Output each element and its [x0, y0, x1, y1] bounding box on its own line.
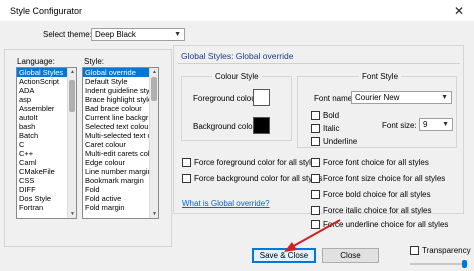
- chevron-down-icon: ▼: [442, 121, 449, 128]
- scroll-down-icon[interactable]: ▼: [150, 210, 158, 218]
- annotation-arrow: [284, 219, 341, 252]
- close-icon: ✕: [453, 4, 465, 18]
- force-bold-label: Force bold choice for all styles: [323, 190, 431, 199]
- font-style-title: Font Style: [359, 72, 402, 81]
- scroll-down-icon[interactable]: ▼: [68, 210, 76, 218]
- foreground-colour-label: Foreground colour: [193, 94, 259, 103]
- bold-label: Bold: [323, 111, 340, 120]
- force-font-size-label: Force font size choice for all styles: [323, 174, 446, 183]
- scroll-up-icon[interactable]: ▲: [68, 68, 76, 76]
- style-item[interactable]: Fold: [83, 185, 158, 194]
- style-item[interactable]: Multi-selected text c: [83, 131, 158, 140]
- background-colour-swatch[interactable]: [253, 117, 270, 134]
- transparency-option[interactable]: Transparency: [410, 246, 471, 255]
- transparency-checkbox[interactable]: [410, 246, 419, 255]
- force-foreground-label: Force foreground color for all styles: [194, 158, 320, 167]
- style-item[interactable]: Default Style: [83, 77, 158, 86]
- transparency-slider-track: [410, 263, 468, 265]
- font-size-label: Font size:: [382, 121, 417, 130]
- font-size-value: 9: [423, 120, 428, 129]
- font-name-value: Courier New: [355, 93, 400, 102]
- window-title: Style Configurator: [10, 6, 83, 16]
- title-bar: Style Configurator ✕: [0, 0, 474, 22]
- panel-divider: [178, 63, 460, 64]
- transparency-slider-thumb[interactable]: [462, 260, 467, 268]
- language-scroll-thumb[interactable]: [69, 80, 75, 112]
- force-font-size-checkbox[interactable]: [311, 174, 320, 183]
- style-scroll-thumb[interactable]: [151, 77, 157, 101]
- language-scrollbar[interactable]: ▲ ▼: [67, 68, 76, 218]
- font-name-label: Font name:: [314, 94, 355, 103]
- transparency-slider[interactable]: [410, 260, 468, 268]
- theme-select-value: Deep Black: [95, 30, 136, 39]
- chevron-down-icon: ▼: [174, 31, 181, 38]
- force-font-label: Force font choice for all styles: [323, 158, 429, 167]
- underline-option[interactable]: Underline: [311, 137, 357, 146]
- italic-option[interactable]: Italic: [311, 124, 339, 133]
- foreground-colour-swatch[interactable]: [253, 89, 270, 106]
- force-background-option[interactable]: Force background color for all styles: [182, 174, 323, 183]
- colour-style-title: Colour Style: [212, 72, 262, 81]
- style-item[interactable]: Fold margin: [83, 203, 158, 212]
- italic-checkbox[interactable]: [311, 124, 320, 133]
- style-item[interactable]: Multi-edit carets col: [83, 149, 158, 158]
- close-window-button[interactable]: ✕: [446, 2, 472, 20]
- force-italic-option[interactable]: Force italic choice for all styles: [311, 206, 431, 215]
- style-item[interactable]: Edge colour: [83, 158, 158, 167]
- style-list[interactable]: Global override Default Style Indent guide…: [82, 67, 159, 219]
- style-items: Global override Default Style Indent guide…: [83, 68, 158, 212]
- bold-option[interactable]: Bold: [311, 111, 339, 120]
- language-label: Language:: [17, 57, 55, 66]
- theme-select[interactable]: Deep Black ▼: [91, 28, 185, 41]
- force-bold-checkbox[interactable]: [311, 190, 320, 199]
- select-theme-label: Select theme:: [43, 30, 92, 39]
- underline-label: Underline: [323, 137, 358, 146]
- annotation-arrow-head: [284, 242, 297, 252]
- force-foreground-checkbox[interactable]: [182, 158, 191, 167]
- style-item[interactable]: Line number margin: [83, 167, 158, 176]
- force-font-option[interactable]: Force font choice for all styles: [311, 158, 429, 167]
- force-foreground-option[interactable]: Force foreground color for all styles: [182, 158, 319, 167]
- style-item[interactable]: Brace highlight style: [83, 95, 158, 104]
- force-font-size-option[interactable]: Force font size choice for all styles: [311, 174, 445, 183]
- bold-checkbox[interactable]: [311, 111, 320, 120]
- transparency-label: Transparency: [422, 246, 471, 255]
- underline-checkbox[interactable]: [311, 137, 320, 146]
- font-size-select[interactable]: 9 ▼: [419, 118, 453, 131]
- force-italic-checkbox[interactable]: [311, 206, 320, 215]
- language-list[interactable]: Global Styles ActionScript ADA asp Assembler…: [16, 67, 77, 219]
- style-item[interactable]: Indent guideline sty: [83, 86, 158, 95]
- colour-style-group: [181, 76, 292, 141]
- style-item[interactable]: Global override: [83, 68, 158, 77]
- style-scrollbar[interactable]: ▲ ▼: [149, 68, 158, 218]
- force-background-checkbox[interactable]: [182, 174, 191, 183]
- background-colour-label: Background colour: [193, 122, 260, 131]
- panel-heading: Global Styles: Global override: [181, 51, 294, 61]
- style-item[interactable]: Bookmark margin: [83, 176, 158, 185]
- global-override-help-link[interactable]: What is Global override?: [182, 199, 270, 208]
- annotation-arrow-line: [289, 219, 341, 249]
- style-item[interactable]: Selected text colou: [83, 122, 158, 131]
- force-italic-label: Force italic choice for all styles: [323, 206, 432, 215]
- force-background-label: Force background color for all styles: [194, 174, 323, 183]
- style-label: Style:: [84, 57, 105, 66]
- style-item[interactable]: Caret colour: [83, 140, 158, 149]
- italic-label: Italic: [323, 124, 340, 133]
- font-name-select[interactable]: Courier New ▼: [351, 91, 452, 104]
- force-font-checkbox[interactable]: [311, 158, 320, 167]
- style-item[interactable]: Current line backgr: [83, 113, 158, 122]
- scroll-up-icon[interactable]: ▲: [150, 68, 158, 76]
- style-item[interactable]: Fold active: [83, 194, 158, 203]
- style-item[interactable]: Bad brace colour: [83, 104, 158, 113]
- chevron-down-icon: ▼: [441, 94, 448, 101]
- force-bold-option[interactable]: Force bold choice for all styles: [311, 190, 431, 199]
